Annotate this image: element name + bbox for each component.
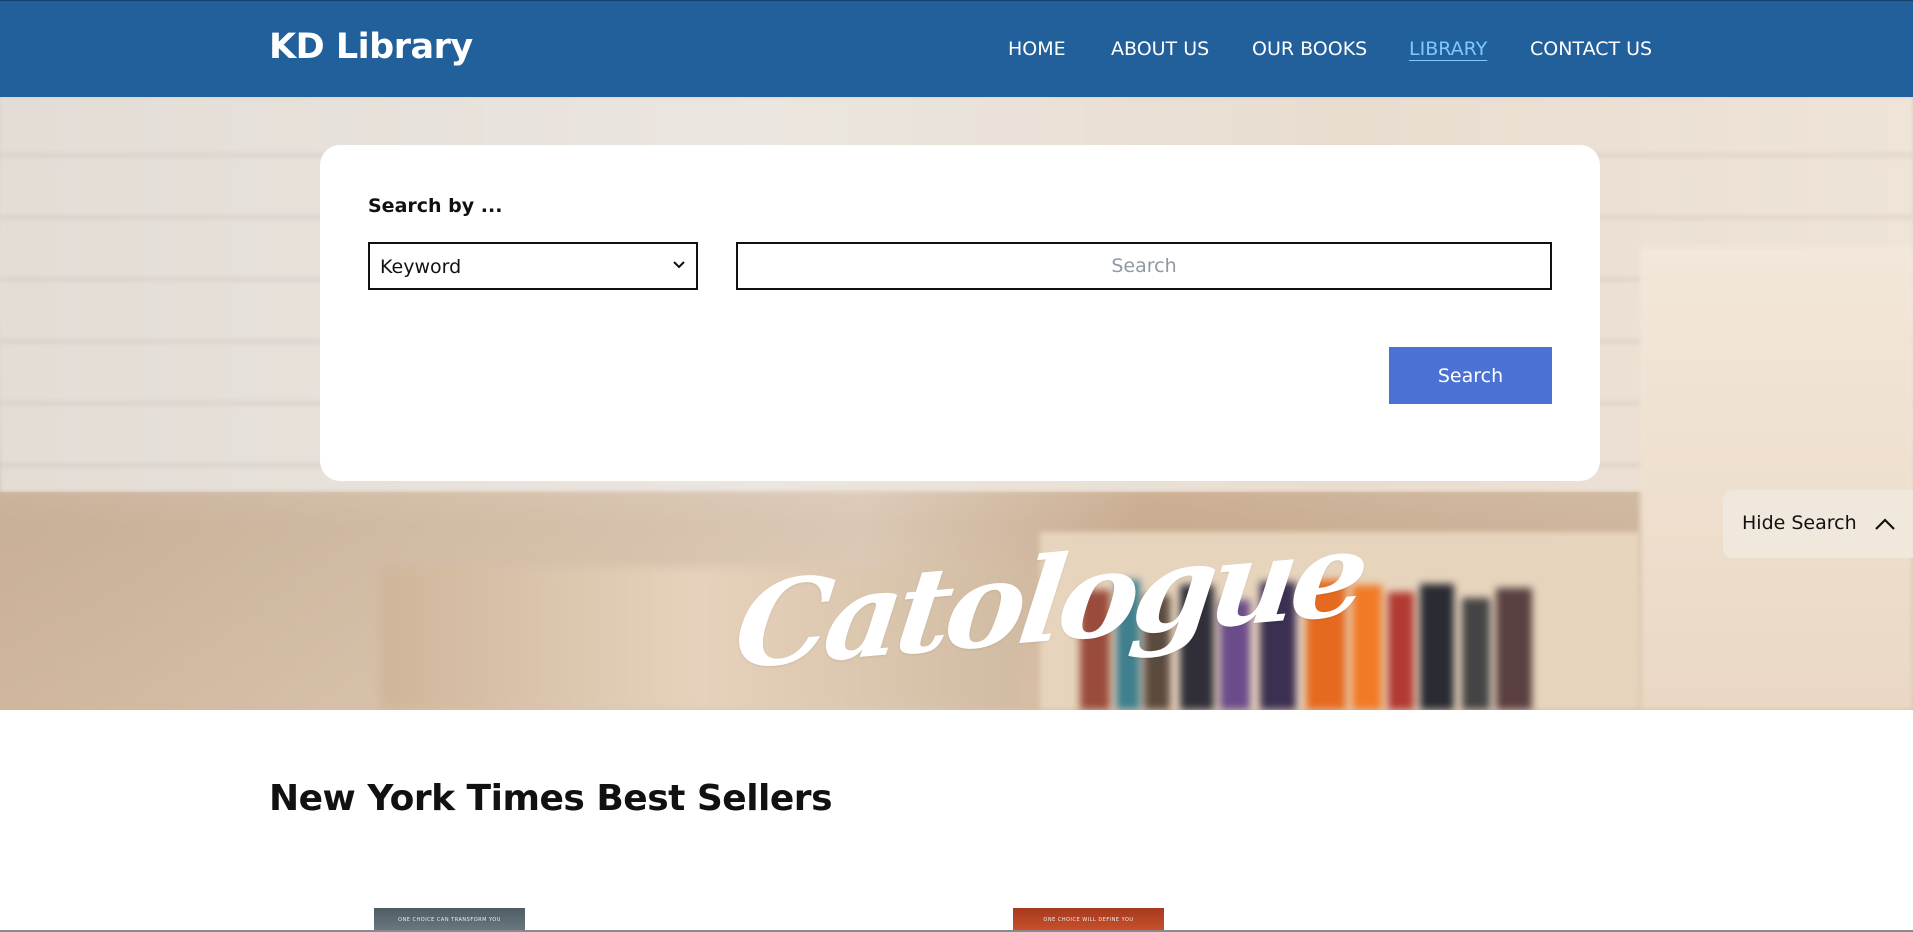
nav-home[interactable]: HOME [1008,38,1066,60]
book-cover[interactable]: ONE CHOICE CAN TRANSFORM YOU [374,908,525,932]
hide-search-label: Hide Search [1742,512,1857,534]
section-title: New York Times Best Sellers [269,778,833,819]
right-wall-backdrop [1640,247,1913,710]
book-tagline: ONE CHOICE WILL DEFINE YOU [1043,917,1134,923]
search-by-label: Search by ... [368,195,503,217]
top-navigation-bar: KD Library HOME ABOUT US OUR BOOKS LIBRA… [0,0,1913,97]
book-cover[interactable]: ONE CHOICE WILL DEFINE YOU [1013,908,1164,932]
nav-contact-us[interactable]: CONTACT US [1530,38,1652,60]
search-type-value: Keyword [380,256,462,278]
book-tagline: ONE CHOICE CAN TRANSFORM YOU [398,917,501,923]
search-type-select[interactable]: Keyword [368,242,698,290]
hide-search-toggle[interactable]: Hide Search [1723,490,1913,558]
main-nav: HOME ABOUT US OUR BOOKS LIBRARY CONTACT … [0,38,1913,68]
chevron-down-icon [672,254,686,280]
chevron-up-icon [1875,518,1895,530]
nav-our-books[interactable]: OUR BOOKS [1252,38,1367,60]
nav-library[interactable]: LIBRARY [1409,38,1487,60]
search-card: Search by ... Keyword Search [320,145,1600,481]
search-button[interactable]: Search [1389,347,1552,404]
nav-about-us[interactable]: ABOUT US [1111,38,1209,60]
search-input[interactable] [736,242,1552,290]
